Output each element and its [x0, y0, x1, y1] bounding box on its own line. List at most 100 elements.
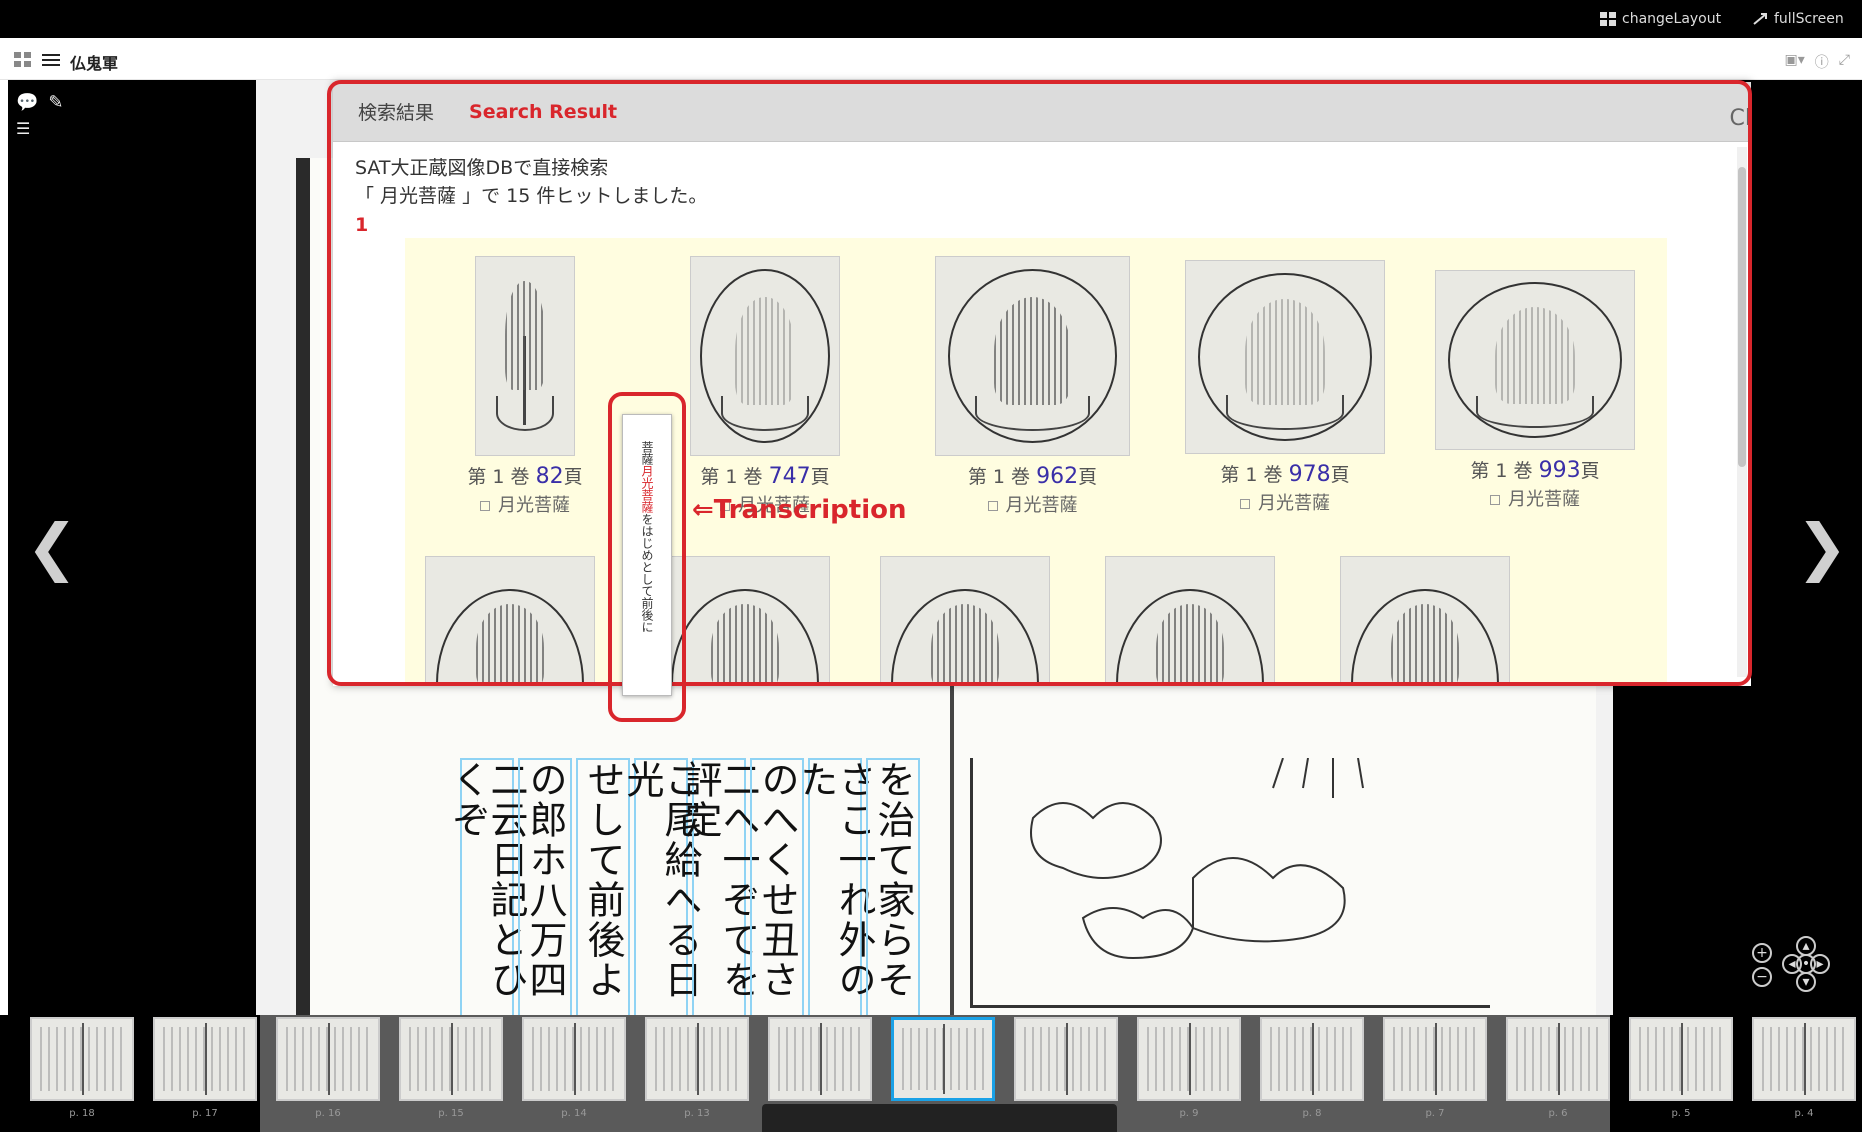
search-result-item[interactable] — [1340, 556, 1510, 686]
search-result-item[interactable] — [425, 556, 595, 686]
menu-icon[interactable] — [42, 52, 60, 72]
transcription-column-text: さこ一れ外のた — [794, 760, 876, 1000]
result-thumbnail[interactable] — [1105, 556, 1275, 686]
transcription-column-text: のへくせ丑さ — [755, 760, 799, 1000]
result-page-link[interactable]: 747 — [769, 464, 811, 489]
result-page-link[interactable]: 978 — [1289, 462, 1331, 487]
image-settings-icon[interactable]: ▣▾ — [1785, 52, 1805, 72]
page-thumbnail[interactable]: p. 17 — [153, 1017, 257, 1119]
search-result-item[interactable]: 第 1 巻 747頁 月光菩薩 — [680, 256, 850, 517]
search-result-item[interactable] — [880, 556, 1050, 686]
result-thumbnail[interactable] — [475, 256, 575, 456]
result-tag: 月光菩薩 — [1175, 489, 1395, 515]
edit-icon[interactable]: ✎ — [48, 92, 63, 113]
pan-down-icon[interactable]: ▾ — [1796, 972, 1816, 992]
result-page-link[interactable]: 993 — [1539, 458, 1581, 483]
search-result-item[interactable]: 第 1 巻 993頁月光菩薩 — [1425, 270, 1645, 511]
result-volume: 第 1 巻 — [1220, 464, 1283, 486]
thumbnail-page-label: p. 17 — [192, 1108, 218, 1119]
transcription-column[interactable]: 二へ一ぞてを評定 — [678, 758, 760, 1015]
result-thumbnail[interactable] — [1340, 556, 1510, 686]
transcription-column-text: を治て家らそ — [871, 760, 915, 1000]
page-thumbnail[interactable]: p. 7 — [1383, 1017, 1487, 1119]
result-page-unit: 頁 — [1078, 466, 1098, 488]
page-thumbnail[interactable]: p. 18 — [30, 1017, 134, 1119]
dialog-title-en: Search Result — [469, 100, 618, 123]
result-page-unit: 頁 — [810, 466, 830, 488]
result-page-unit: 頁 — [1330, 464, 1350, 486]
thumbnail-page-label: p. 7 — [1425, 1108, 1445, 1119]
zoom-out-icon[interactable]: − — [1752, 967, 1772, 987]
transcription-column[interactable]: の郎ホ八万四 — [518, 758, 572, 1015]
page-thumbnail[interactable]: p. 8 — [1260, 1017, 1364, 1119]
info-icon[interactable]: ⓘ — [1815, 52, 1829, 72]
thumbnail-page-label: p. 16 — [315, 1108, 341, 1119]
transcription-column[interactable]: を治て家らそ — [866, 758, 920, 1015]
hit-count-text: 「 月光菩薩 」で 15 件ヒットしました。 — [355, 185, 708, 207]
page-thumbnail[interactable]: p. 5 — [1629, 1017, 1733, 1119]
transcription-column[interactable]: さこ一れ外のた — [794, 758, 876, 1015]
result-thumbnail[interactable] — [690, 256, 840, 456]
page-thumbnail[interactable]: p. 16 — [276, 1017, 380, 1119]
search-result-item[interactable]: 第 1 巻 82頁 月光菩薩 — [465, 256, 585, 517]
comments-icon[interactable]: 💬 — [16, 92, 38, 113]
page-thumbnail[interactable]: p. 12 — [768, 1017, 872, 1119]
expand-view-icon[interactable]: ⤢ — [1839, 52, 1850, 72]
result-page-link[interactable]: 82 — [536, 464, 564, 489]
dialog-scrollbar[interactable] — [1737, 147, 1747, 677]
top-bar: changeLayout fullScreen — [0, 0, 1862, 38]
pan-right-icon[interactable]: ▸ — [1810, 954, 1830, 974]
page-thumbnail[interactable]: p. 11 — [891, 1017, 995, 1118]
thumbnail-page-label: p. 15 — [438, 1108, 464, 1119]
search-result-item[interactable]: 第 1 巻 962頁 月光菩薩 — [925, 256, 1140, 517]
page-thumbnail[interactable]: p. 4 — [1752, 1017, 1856, 1119]
page-thumbnail[interactable]: p. 9 — [1137, 1017, 1241, 1119]
page-thumbnail[interactable]: p. 10 — [1014, 1017, 1118, 1119]
page-thumbnail[interactable]: p. 13 — [645, 1017, 749, 1119]
transcription-column[interactable]: 二云日記とひくぞ — [446, 758, 528, 1015]
search-result-item[interactable]: 第 1 巻 978頁 月光菩薩 — [1175, 260, 1395, 515]
strip-handle[interactable] — [762, 1104, 1117, 1132]
result-thumbnail[interactable] — [935, 256, 1130, 456]
search-source-text: SAT大正蔵図像DBで直接検索 — [355, 157, 609, 179]
page-thumbnail[interactable]: p. 15 — [399, 1017, 503, 1119]
next-page-icon[interactable]: ❯ — [1796, 510, 1848, 583]
change-layout-button[interactable]: changeLayout — [1600, 11, 1721, 27]
result-index: 1 — [355, 214, 369, 236]
tag-checkbox[interactable] — [1240, 499, 1250, 509]
close-button[interactable]: Cl — [1730, 106, 1751, 131]
illustration-page — [970, 757, 1490, 1008]
result-thumbnail[interactable] — [880, 556, 1050, 686]
search-result-item[interactable] — [1105, 556, 1275, 686]
result-page-link[interactable]: 962 — [1036, 464, 1078, 489]
zoom-in-icon[interactable]: + — [1752, 943, 1772, 963]
fullscreen-label: fullScreen — [1774, 11, 1844, 27]
thumbnail-page-label: p. 4 — [1794, 1108, 1814, 1119]
pan-up-icon[interactable]: ▴ — [1796, 936, 1816, 956]
result-tag: 月光菩薩 — [1425, 485, 1645, 511]
fullscreen-button[interactable]: fullScreen — [1752, 11, 1844, 27]
result-tag: 月光菩薩 — [465, 491, 585, 517]
previous-page-icon[interactable]: ❮ — [26, 510, 78, 583]
tag-checkbox[interactable] — [480, 501, 490, 511]
adjust-sliders-icon[interactable]: ☰ — [16, 119, 64, 138]
transcription-column-text: 二へ一ぞてを評定 — [678, 760, 760, 1000]
result-thumbnail[interactable] — [1185, 260, 1385, 454]
result-thumbnail[interactable] — [425, 556, 595, 686]
transcription-annotation-label: ⇐Transcription — [692, 495, 907, 525]
result-thumbnail[interactable] — [1435, 270, 1635, 450]
tag-checkbox[interactable] — [987, 501, 998, 511]
result-tag-label: 月光菩薩 — [1508, 489, 1580, 510]
page-thumbnail[interactable]: p. 14 — [522, 1017, 626, 1119]
tag-checkbox[interactable] — [1490, 495, 1500, 505]
result-caption: 第 1 巻 978頁 — [1175, 460, 1395, 487]
thumbnail-page-label: p. 5 — [1671, 1108, 1691, 1119]
page-thumbnail[interactable]: p. 6 — [1506, 1017, 1610, 1119]
dialog-title-ja: 検索結果 — [358, 102, 435, 124]
thumbnail-page-label: p. 9 — [1179, 1108, 1199, 1119]
transcription-column-text: せして前後よ — [581, 760, 625, 1000]
grid-layout-icon — [1600, 12, 1616, 26]
thumbnails-grid-icon[interactable] — [14, 52, 32, 72]
result-caption: 第 1 巻 993頁 — [1425, 456, 1645, 483]
change-layout-label: changeLayout — [1622, 11, 1722, 27]
